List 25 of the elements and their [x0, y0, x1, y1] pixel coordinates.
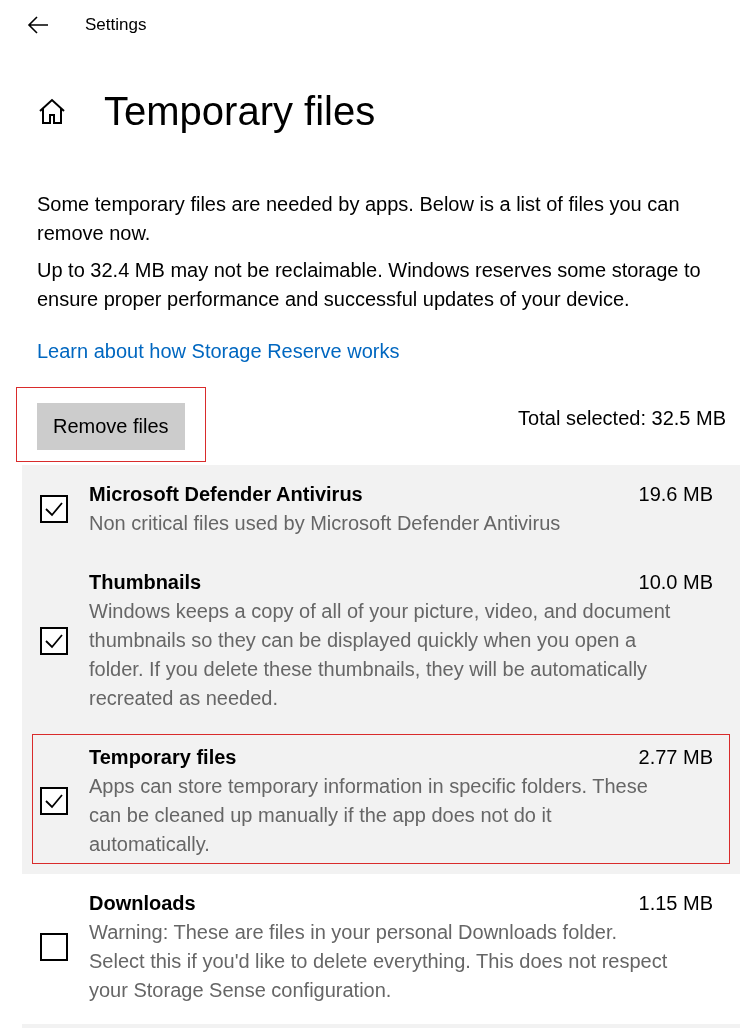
page-title: Temporary files	[104, 88, 376, 134]
checkbox[interactable]	[40, 933, 68, 961]
item-name: Temporary files	[89, 745, 237, 770]
item-size: 19.6 MB	[638, 482, 713, 507]
home-icon[interactable]	[38, 98, 66, 124]
checkbox[interactable]	[40, 787, 68, 815]
back-arrow-icon[interactable]	[27, 16, 49, 34]
item-name: Microsoft Defender Antivirus	[89, 482, 363, 507]
total-selected-text: Total selected: 32.5 MB	[518, 407, 726, 430]
item-size: 10.0 MB	[638, 570, 713, 595]
storage-reserve-link[interactable]: Learn about how Storage Reserve works	[37, 340, 750, 363]
description-text: Up to 32.4 MB may not be reclaimable. Windows reserves some storage to ensure proper performance and successful updates of your device.	[36, 258, 702, 312]
window-title: Settings	[85, 15, 147, 35]
remove-files-button[interactable]: Remove files	[37, 403, 185, 450]
checkbox[interactable]	[40, 495, 68, 523]
item-description: Windows keeps a copy of all of your picture, video, and document thumbnails so they can be displayed quickly when you open a folder. If you delete these thumbnails, they will be automatically recreated as needed.	[89, 599, 672, 711]
item-name: Thumbnails	[89, 570, 202, 595]
description-text: Some temporary files are needed by apps. Below is a list of files you can remove now.	[36, 192, 681, 246]
item-description: Warning: These are files in your personal Downloads folder. Select this if you'd like to delete everything. This does not respect your Storage Sense configuration.	[89, 920, 669, 1003]
item-size: 2.77 MB	[638, 745, 713, 770]
item-size: 1.15 MB	[638, 891, 713, 916]
item-description: Non critical files used by Microsoft Defender Antivirus	[89, 511, 562, 536]
item-name: Downloads	[89, 891, 196, 916]
checkbox[interactable]	[40, 626, 68, 655]
item-description: Apps can store temporary information in specific folders. These can be cleaned up manually if the app does not do it automatically.	[89, 774, 649, 857]
